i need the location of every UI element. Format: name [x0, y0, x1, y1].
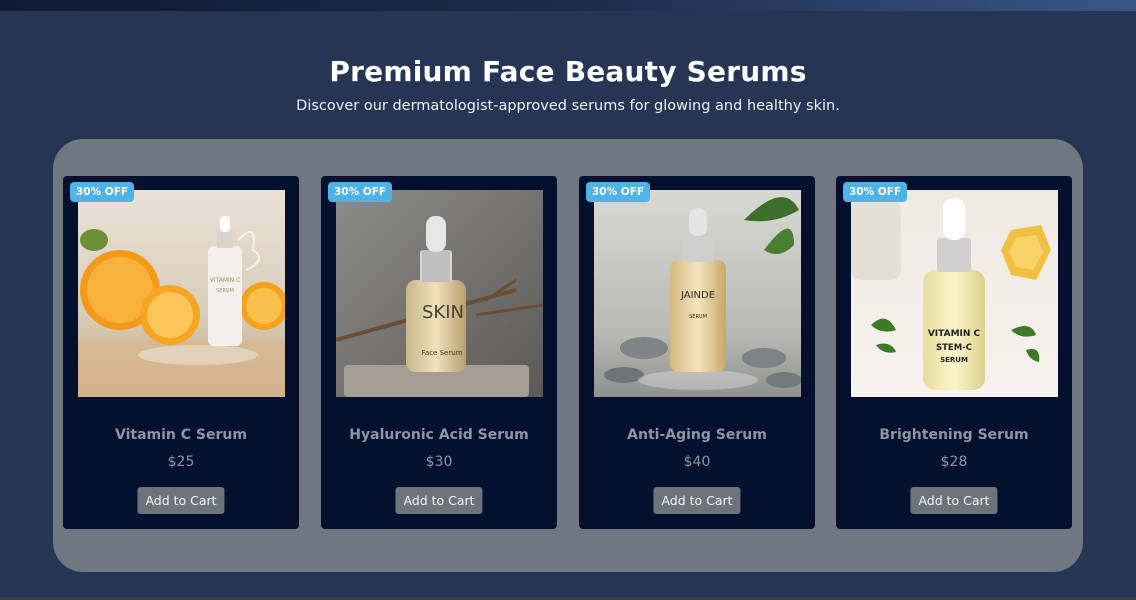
bottle-label-text: SERUM: [689, 314, 707, 320]
product-name: Brightening Serum: [879, 427, 1029, 443]
bottle-label-text: STEM-C: [936, 343, 972, 353]
add-to-cart-button[interactable]: Add to Cart: [910, 487, 998, 514]
product-name: Vitamin C Serum: [115, 427, 247, 443]
bottle-label-text: VITAMIN C: [210, 277, 241, 284]
serum-bottle-photo: VITAMIN C SERUM: [78, 190, 285, 397]
product-card-vitamin-c[interactable]: 30% OFF VITAMIN C SERUM Vitamin C Serum …: [63, 176, 299, 529]
product-price: $40: [683, 454, 711, 470]
top-header-strip: [0, 0, 1136, 11]
discount-badge: 30% OFF: [843, 182, 908, 202]
product-card-anti-aging[interactable]: 30% OFF JAINDE SERUM Anti-Aging Serum $4…: [579, 176, 815, 529]
serum-bottle-photo: JAINDE SERUM: [594, 190, 801, 397]
discount-badge: 30% OFF: [586, 182, 651, 202]
bottle-label-text: Face Serum: [422, 349, 463, 357]
product-price: $30: [425, 454, 453, 470]
serum-bottle-photo: SKIN Face Serum: [336, 190, 543, 397]
product-name: Hyaluronic Acid Serum: [349, 427, 529, 443]
add-to-cart-button[interactable]: Add to Cart: [137, 487, 225, 514]
bottle-label-text: SKIN: [422, 302, 464, 323]
product-image[interactable]: SKIN Face Serum: [336, 190, 543, 397]
bottle-label-text: SERUM: [216, 288, 234, 294]
bottle-label-text: JAINDE: [680, 290, 715, 301]
serum-bottle-photo: VITAMIN C STEM-C SERUM: [851, 190, 1058, 397]
product-image[interactable]: VITAMIN C SERUM: [78, 190, 285, 397]
discount-badge: 30% OFF: [328, 182, 393, 202]
product-price: $28: [940, 454, 968, 470]
product-image[interactable]: VITAMIN C STEM-C SERUM: [851, 190, 1058, 397]
page-title: Premium Face Beauty Serums: [329, 55, 807, 88]
bottle-label-text: SERUM: [940, 356, 968, 364]
bottle-label-text: VITAMIN C: [928, 329, 981, 339]
product-card-hyaluronic-acid[interactable]: 30% OFF SKIN Face Serum Hyaluronic Acid …: [321, 176, 557, 529]
product-name: Anti-Aging Serum: [627, 427, 767, 443]
add-to-cart-button[interactable]: Add to Cart: [653, 487, 741, 514]
add-to-cart-button[interactable]: Add to Cart: [395, 487, 483, 514]
page-subtitle: Discover our dermatologist-approved seru…: [296, 98, 840, 114]
product-card-brightening[interactable]: 30% OFF VITAMIN C STEM-C SERUM Brighteni…: [836, 176, 1072, 529]
product-price: $25: [167, 454, 195, 470]
product-image[interactable]: JAINDE SERUM: [594, 190, 801, 397]
discount-badge: 30% OFF: [70, 182, 135, 202]
